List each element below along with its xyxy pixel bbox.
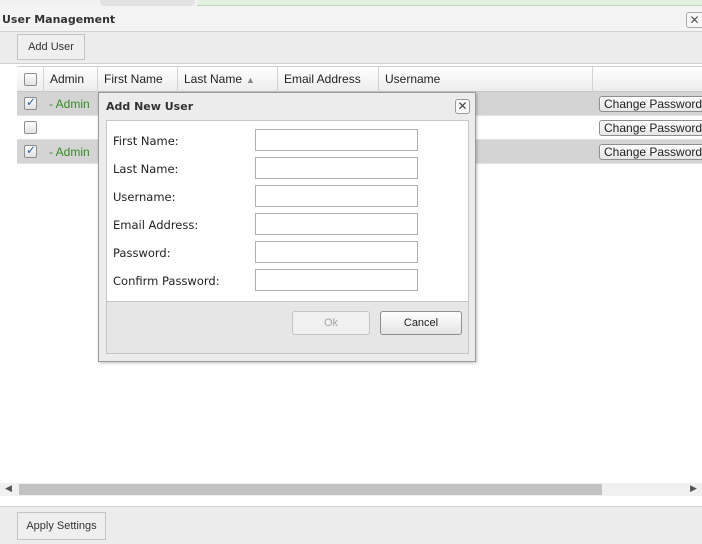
- window-close-icon[interactable]: ✕: [686, 12, 702, 28]
- admin-flag: - Admin: [49, 145, 90, 159]
- last-name-input[interactable]: [255, 157, 418, 179]
- change-password-button[interactable]: Change Password: [599, 144, 702, 160]
- window-titlebar: User Management ✕: [0, 6, 702, 32]
- footer-bar: Apply Settings: [0, 506, 702, 544]
- apply-settings-button[interactable]: Apply Settings: [17, 512, 106, 540]
- dialog-button-bar: Ok Cancel: [106, 302, 469, 354]
- grid-header: Admin First Name Last Name ▲ Email Addres…: [17, 66, 702, 92]
- dialog-close-icon[interactable]: ✕: [455, 99, 470, 114]
- username-input[interactable]: [255, 185, 418, 207]
- select-all-cell: [17, 67, 44, 92]
- toolbar: Add User: [0, 32, 702, 64]
- row-checkbox[interactable]: [24, 143, 37, 158]
- column-header-actions: [593, 67, 702, 92]
- change-password-button[interactable]: Change Password: [599, 120, 702, 136]
- admin-flag: - Admin: [49, 97, 90, 111]
- row-checkbox[interactable]: [24, 95, 37, 110]
- password-input[interactable]: [255, 241, 418, 263]
- last-name-label: Last Name:: [113, 162, 179, 176]
- email-label: Email Address:: [113, 218, 199, 232]
- row-checkbox[interactable]: [24, 121, 37, 134]
- scroll-left-icon[interactable]: ◀: [0, 483, 17, 496]
- sort-ascending-icon: ▲: [246, 75, 255, 85]
- first-name-input[interactable]: [255, 129, 418, 151]
- column-header-last-name-label: Last Name: [184, 72, 243, 86]
- column-header-admin[interactable]: Admin: [44, 67, 98, 92]
- column-header-username[interactable]: Username: [379, 67, 593, 92]
- ok-button[interactable]: Ok: [292, 311, 370, 335]
- first-name-label: First Name:: [113, 134, 179, 148]
- change-password-button[interactable]: Change Password: [599, 96, 702, 112]
- confirm-password-label: Confirm Password:: [113, 274, 220, 288]
- add-user-dialog: Add New User ✕ First Name: Last Name: Us…: [98, 92, 476, 362]
- select-all-checkbox[interactable]: [24, 73, 37, 86]
- window-title: User Management: [2, 13, 116, 26]
- column-header-first-name[interactable]: First Name: [98, 67, 178, 92]
- scrollbar-thumb[interactable]: [19, 484, 602, 495]
- add-user-button[interactable]: Add User: [17, 34, 85, 60]
- column-header-email[interactable]: Email Address: [278, 67, 379, 92]
- username-label: Username:: [113, 190, 176, 204]
- dialog-form: First Name: Last Name: Username: Email A…: [106, 120, 469, 302]
- column-header-last-name[interactable]: Last Name ▲: [178, 67, 278, 92]
- cancel-button[interactable]: Cancel: [380, 311, 462, 335]
- password-label: Password:: [113, 246, 171, 260]
- horizontal-scrollbar[interactable]: ◀ ▶: [0, 483, 702, 496]
- confirm-password-input[interactable]: [255, 269, 418, 291]
- dialog-title: Add New User: [106, 100, 194, 113]
- scroll-right-icon[interactable]: ▶: [685, 483, 702, 496]
- email-input[interactable]: [255, 213, 418, 235]
